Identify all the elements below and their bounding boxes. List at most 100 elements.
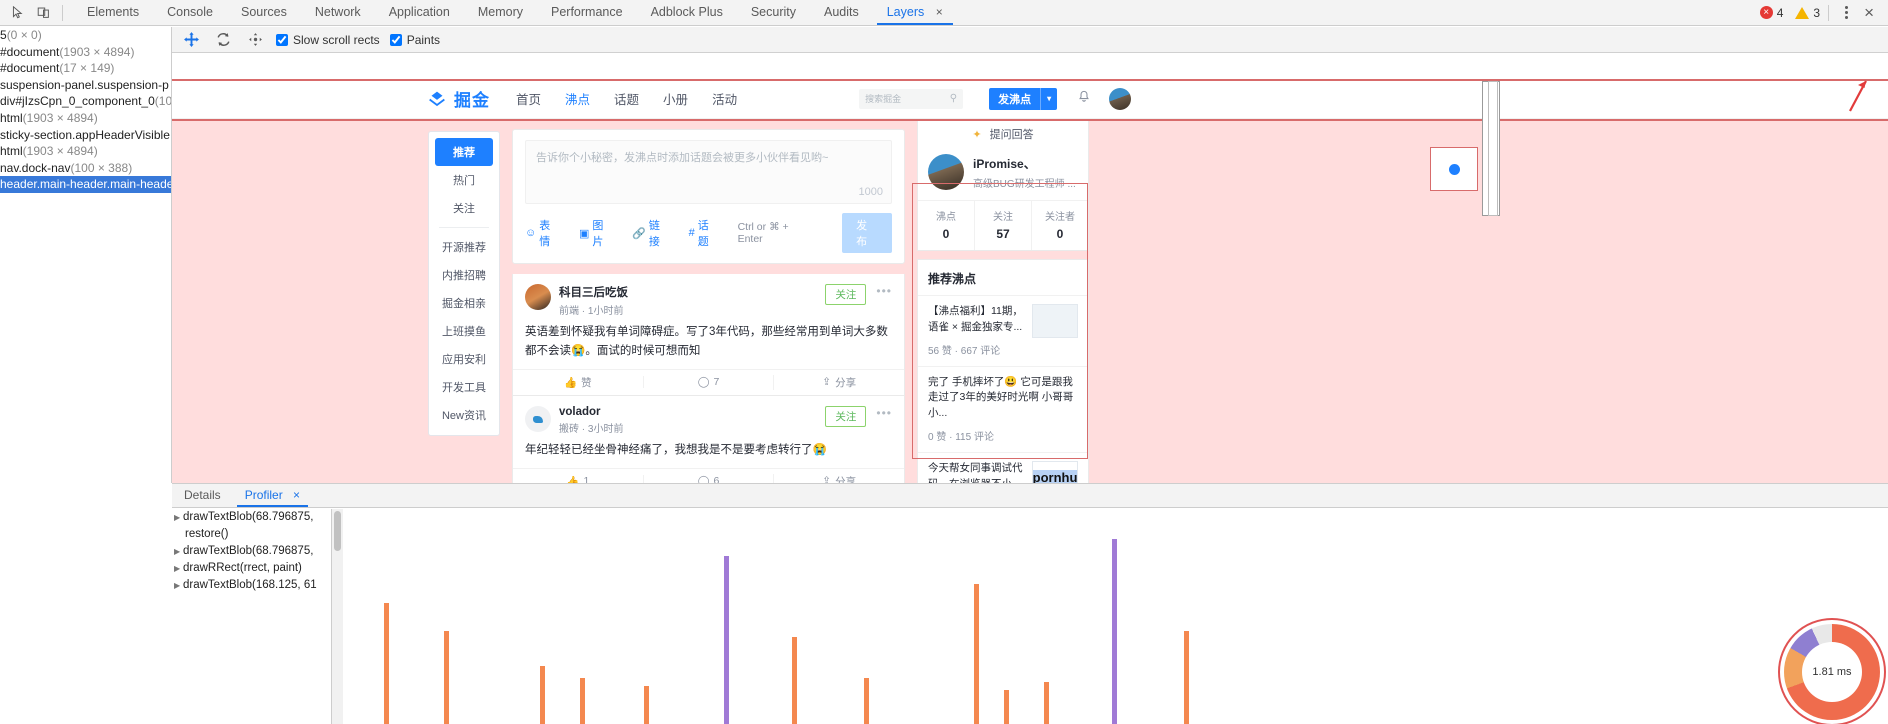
nav-item-home[interactable]: 首页 — [516, 89, 541, 108]
nav-item-pins[interactable]: 沸点 — [565, 89, 590, 108]
feed-nav-slacking[interactable]: 上班摸鱼 — [429, 317, 499, 345]
tab-elements[interactable]: Elements — [73, 0, 153, 25]
profiler-bar[interactable] — [644, 686, 649, 724]
expand-arrow-icon[interactable]: ▶ — [174, 560, 183, 577]
expand-arrow-icon[interactable]: ▶ — [174, 543, 183, 560]
expand-arrow-icon[interactable]: ▶ — [174, 509, 183, 526]
composer-link-button[interactable]: 🔗 链接 — [632, 217, 670, 249]
layers-render-viewport[interactable]: 掘金 首页 沸点 话题 小册 活动 搜索掘金 ⚲ 发沸点 ▾ 推荐 热门 关注 … — [172, 53, 1888, 483]
more-options-icon[interactable]: ••• — [876, 284, 892, 298]
close-icon[interactable]: × — [936, 5, 943, 19]
follow-button[interactable]: 关注 — [825, 405, 867, 427]
publish-button[interactable]: 发沸点 ▾ — [989, 87, 1058, 110]
reset-transform-icon[interactable] — [244, 29, 266, 51]
tab-sources[interactable]: Sources — [227, 0, 301, 25]
profiler-bar[interactable] — [580, 678, 585, 724]
feed-nav-recommend[interactable]: 推荐 — [435, 138, 493, 166]
profiler-row[interactable]: ▶ drawRRect(rrect, paint) — [172, 560, 331, 577]
composer-image-button[interactable]: ▣ 图片 — [579, 217, 614, 249]
profiler-bar[interactable] — [540, 666, 545, 724]
tab-network[interactable]: Network — [301, 0, 375, 25]
feed-nav-dating[interactable]: 掘金相亲 — [429, 289, 499, 317]
comment-button[interactable]: ◯ 6 — [642, 475, 774, 483]
composer-textarea[interactable]: 告诉你个小秘密，发沸点时添加话题会被更多小伙伴看见哟~ 1000 — [525, 140, 892, 204]
slow-scroll-rects-checkbox[interactable]: Slow scroll rects — [276, 33, 380, 47]
rotate-mode-icon[interactable] — [212, 29, 234, 51]
search-icon[interactable]: ⚲ — [950, 93, 957, 104]
share-button[interactable]: ⇪ 分享 — [773, 374, 904, 390]
nav-item-topics[interactable]: 话题 — [614, 89, 639, 108]
qa-banner[interactable]: ✦ 提问回答 — [918, 120, 1088, 146]
paints-checkbox[interactable]: Paints — [389, 33, 440, 47]
profiler-bar[interactable] — [444, 631, 449, 724]
profiler-bar[interactable] — [864, 678, 869, 724]
tab-performance[interactable]: Performance — [537, 0, 637, 25]
avatar[interactable] — [1109, 87, 1132, 110]
layer-tree-row[interactable]: html(1903 × 4894) — [0, 143, 171, 160]
composer-submit-button[interactable]: 发布 — [842, 213, 892, 253]
close-devtools-icon[interactable]: × — [1856, 4, 1882, 21]
composer-emoji-button[interactable]: ☺ 表情 — [525, 217, 561, 249]
profiler-row[interactable]: ▶ drawTextBlob(68.796875, — [172, 509, 331, 526]
tab-adblock-plus[interactable]: Adblock Plus — [637, 0, 737, 25]
layer-tree-row[interactable]: div#jIzsCpn_0_component_0(10 — [0, 93, 171, 110]
notification-bell-icon[interactable] — [1077, 90, 1091, 107]
layer-tree-row[interactable]: suspension-panel.suspension-p — [0, 77, 171, 94]
feed-nav-apps[interactable]: 应用安利 — [429, 345, 499, 373]
profiler-bar[interactable] — [384, 603, 389, 724]
nav-item-events[interactable]: 活动 — [712, 89, 737, 108]
tab-layers[interactable]: Layers × — [873, 0, 957, 25]
feed-nav-opensource[interactable]: 开源推荐 — [429, 233, 499, 261]
feed-nav-hot[interactable]: 热门 — [429, 166, 499, 194]
warning-count-badge[interactable]: 3 — [1795, 6, 1820, 20]
layer-tree-panel[interactable]: 5(0 × 0) #document(1903 × 4894) #documen… — [0, 27, 172, 483]
profiler-command-list[interactable]: ▶ drawTextBlob(68.796875, restore() ▶ draw… — [172, 509, 332, 724]
site-logo[interactable]: 掘金 — [426, 86, 490, 111]
like-button[interactable]: 👍 1 — [513, 475, 643, 483]
like-button[interactable]: 👍 赞 — [513, 375, 643, 390]
profiler-bar[interactable] — [792, 637, 797, 724]
inspect-element-icon[interactable] — [4, 1, 30, 25]
tab-console[interactable]: Console — [153, 0, 227, 25]
search-input[interactable]: 搜索掘金 ⚲ — [859, 88, 964, 109]
avatar[interactable] — [525, 284, 551, 310]
nav-item-booklet[interactable]: 小册 — [663, 89, 688, 108]
more-options-icon[interactable]: ••• — [876, 406, 892, 420]
layer-tree-row[interactable]: sticky-section.appHeaderVisible — [0, 127, 171, 144]
slow-scroll-rects-input[interactable] — [276, 33, 288, 46]
layer-tree-row[interactable]: 5(0 × 0) — [0, 27, 171, 44]
paints-input[interactable] — [389, 33, 402, 46]
layer-tree-row[interactable]: nav.dock-nav(100 × 388) — [0, 160, 171, 177]
profile-name[interactable]: iPromise、 — [973, 155, 1076, 172]
more-options-icon[interactable] — [1837, 6, 1856, 19]
pan-mode-icon[interactable] — [180, 29, 202, 51]
layer-tree-row[interactable]: #document(1903 × 4894) — [0, 44, 171, 61]
profiler-row[interactable]: ▶ drawTextBlob(168.125, 61 — [172, 577, 331, 594]
comment-button[interactable]: ◯ 7 — [642, 376, 774, 389]
tab-audits[interactable]: Audits — [810, 0, 873, 25]
device-toolbar-icon[interactable] — [30, 1, 56, 25]
drawer-tab-details[interactable]: Details — [172, 483, 233, 507]
expand-arrow-icon[interactable]: ▶ — [174, 577, 183, 594]
chevron-down-icon[interactable]: ▾ — [1041, 94, 1057, 103]
profiler-row[interactable]: ▶ drawTextBlob(68.796875, — [172, 543, 331, 560]
dock-nav-layer[interactable] — [1430, 147, 1478, 191]
drawer-tab-profiler[interactable]: Profiler × — [233, 483, 312, 507]
profiler-bar[interactable] — [1004, 690, 1009, 724]
post-author-name[interactable]: 科目三后吃饭 — [559, 284, 628, 300]
feed-nav-devtools[interactable]: 开发工具 — [429, 373, 499, 401]
layer-tree-row[interactable]: html(1903 × 4894) — [0, 110, 171, 127]
tab-security[interactable]: Security — [737, 0, 810, 25]
profiler-bar[interactable] — [1044, 682, 1049, 724]
paint-profiler-chart[interactable] — [344, 509, 1888, 724]
post-author-name[interactable]: volador — [559, 406, 623, 418]
feed-nav-jobs[interactable]: 内推招聘 — [429, 261, 499, 289]
profiler-bar[interactable] — [724, 556, 729, 724]
scrollbar-thumb[interactable] — [334, 511, 341, 551]
feed-nav-following[interactable]: 关注 — [429, 194, 499, 222]
close-icon[interactable]: × — [293, 488, 300, 502]
profiler-scrollbar[interactable] — [332, 509, 343, 724]
composer-topic-button[interactable]: # 话题 — [689, 217, 720, 249]
tab-memory[interactable]: Memory — [464, 0, 537, 25]
error-count-badge[interactable]: × 4 — [1759, 6, 1783, 20]
